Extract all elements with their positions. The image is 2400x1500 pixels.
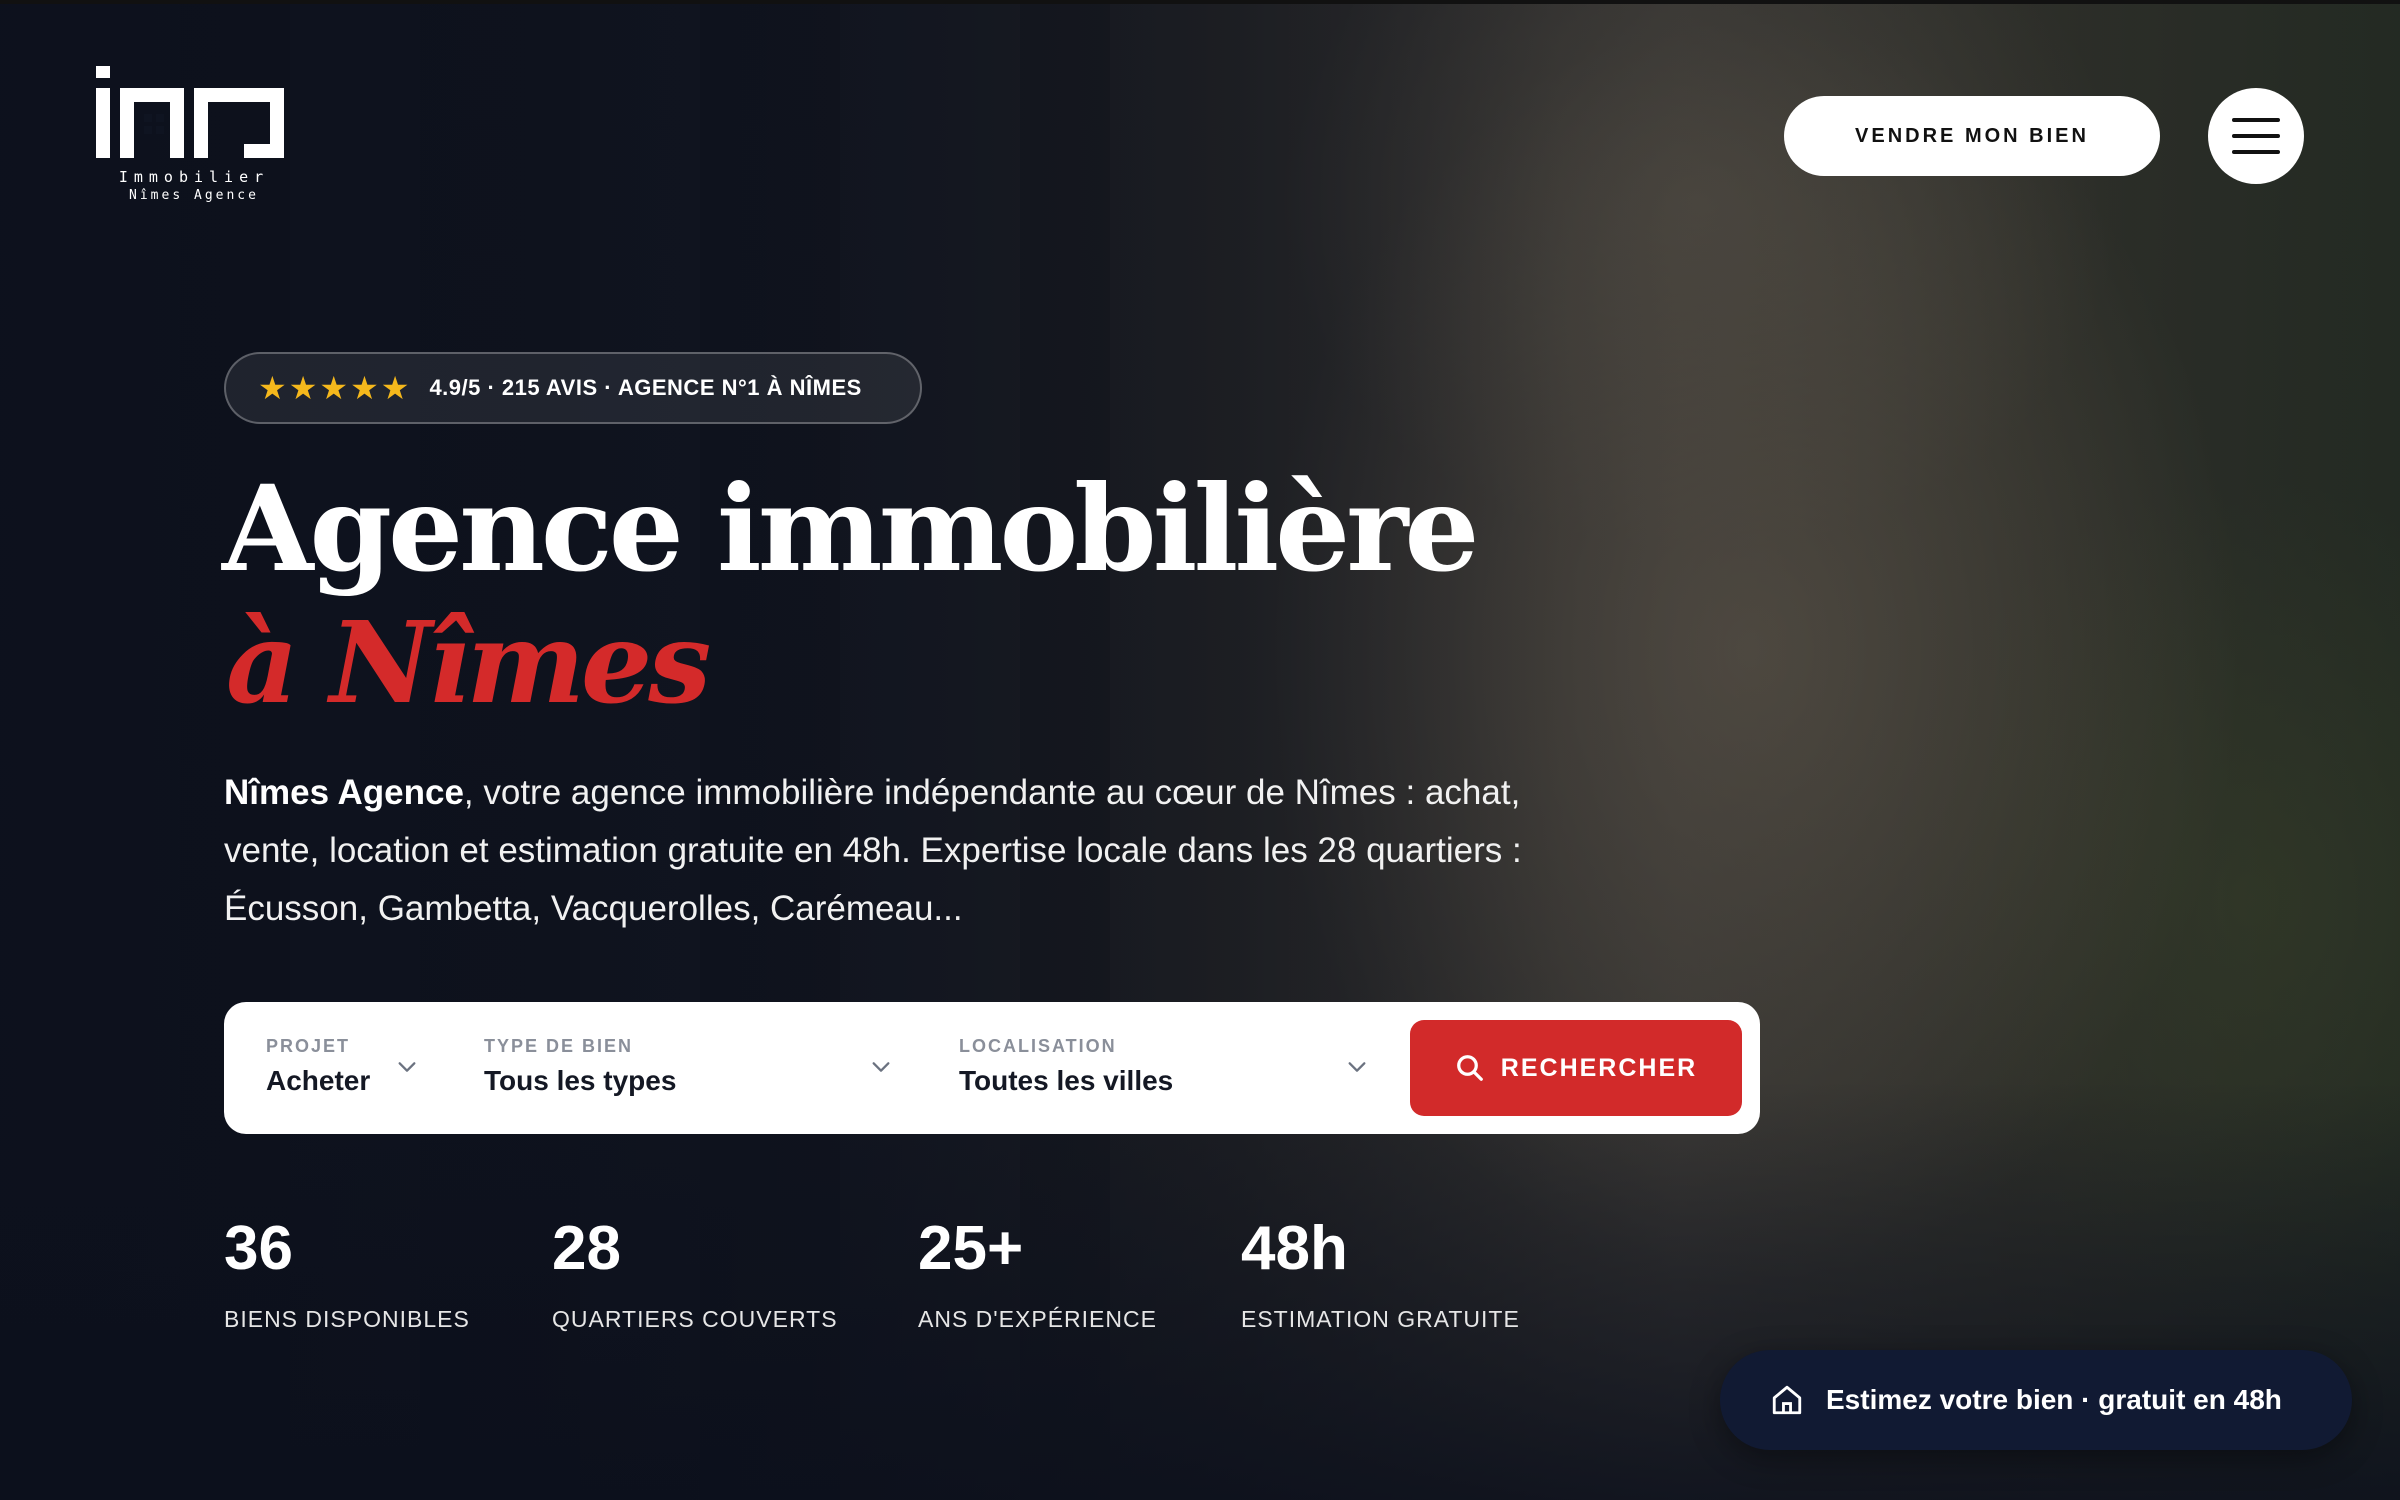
stat-caption: BIENS DISPONIBLES: [224, 1306, 470, 1332]
chevron-down-icon[interactable]: [1346, 1056, 1368, 1078]
stat-caption: QUARTIERS COUVERTS: [552, 1306, 838, 1332]
search-button-label: RECHERCHER: [1500, 1053, 1698, 1082]
stat-caption: ESTIMATION GRATUITE: [1241, 1306, 1520, 1332]
property-type-label: TYPE DE BIEN: [484, 1036, 634, 1056]
location-label: LOCALISATION: [959, 1036, 1117, 1056]
logo-agency-name: Nîmes Agence: [129, 188, 259, 203]
hamburger-menu-icon[interactable]: [2208, 88, 2304, 184]
intro-brand: Nîmes Agence: [224, 773, 464, 812]
logo-mark-icon: [96, 66, 284, 158]
property-type-value: Tous les types: [484, 1065, 677, 1096]
home-icon: [1772, 1385, 1802, 1415]
stat-properties: 36 BIENS DISPONIBLES: [224, 1218, 470, 1333]
rating-badge: ★★★★★ 4.9/5 · 215 AVIS · AGENCE N°1 À NÎ…: [224, 352, 922, 424]
stat-experience: 25+ ANS D'EXPÉRIENCE: [918, 1218, 1157, 1333]
stat-estimation: 48h ESTIMATION GRATUITE: [1241, 1218, 1520, 1333]
chevron-down-icon[interactable]: [396, 1056, 418, 1078]
location-value: Toutes les villes: [959, 1065, 1174, 1096]
logo-subtitle: Immobilier: [118, 168, 270, 186]
stat-value: 48h: [1241, 1214, 1348, 1283]
stat-value: 25+: [918, 1214, 1024, 1283]
estimate-property-button[interactable]: Estimez votre bien · gratuit en 48h: [1720, 1350, 2352, 1450]
page-title-city: à Nîmes: [226, 598, 711, 729]
page-title: Agence immobilière: [222, 459, 1479, 598]
property-search-bar: PROJET Acheter TYPE DE BIEN Tous les typ…: [224, 1002, 1760, 1134]
location-select[interactable]: LOCALISATION Toutes les villes: [959, 1036, 1173, 1097]
sell-my-property-button[interactable]: VENDRE MON BIEN: [1784, 96, 2160, 176]
project-select[interactable]: PROJET Acheter: [266, 1036, 370, 1097]
estimate-label: Estimez votre bien · gratuit en 48h: [1826, 1384, 2282, 1415]
intro-paragraph: Nîmes Agence, votre agence immobilière i…: [224, 764, 1564, 938]
five-stars-icon: ★★★★★: [258, 370, 412, 406]
stat-value: 28: [552, 1214, 621, 1283]
site-logo[interactable]: Immobilier Nîmes Agence: [94, 64, 294, 204]
top-border: [0, 0, 2400, 4]
stat-neighborhoods: 28 QUARTIERS COUVERTS: [552, 1218, 838, 1333]
stat-caption: ANS D'EXPÉRIENCE: [918, 1306, 1157, 1332]
chevron-down-icon[interactable]: [870, 1056, 892, 1078]
project-label: PROJET: [266, 1036, 351, 1056]
stat-value: 36: [224, 1214, 293, 1283]
search-button[interactable]: RECHERCHER: [1410, 1020, 1742, 1116]
rating-text: 4.9/5 · 215 AVIS · AGENCE N°1 À NÎMES: [429, 375, 862, 400]
search-icon: [1456, 1055, 1483, 1081]
property-type-select[interactable]: TYPE DE BIEN Tous les types: [484, 1036, 676, 1097]
project-value: Acheter: [266, 1065, 371, 1096]
